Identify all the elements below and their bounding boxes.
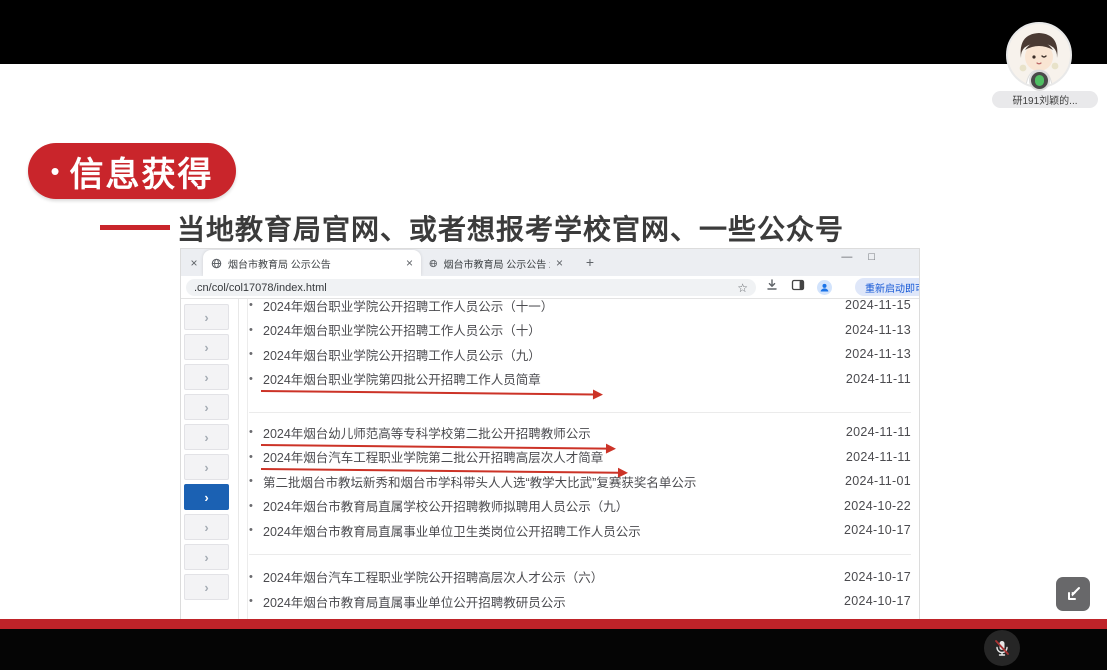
list-bullet: • — [249, 324, 263, 336]
globe-icon — [429, 258, 438, 269]
list-bullet: • — [249, 426, 263, 438]
bookmark-star-icon[interactable]: ☆ — [737, 282, 748, 294]
announcement-row[interactable]: •2024年烟台市教育局直属学校公开招聘教师拟聘用人员公示（九） 2024-10-… — [249, 494, 911, 519]
annotation-button[interactable] — [1056, 577, 1090, 611]
announcement-date: 2024-11-11 — [846, 425, 911, 439]
announcement-row[interactable]: •2024年烟台市教育局直属事业单位公开招聘教研员公示 2024-10-17 — [249, 589, 911, 614]
announcement-date: 2024-10-17 — [844, 523, 911, 537]
announcement-link[interactable]: 第二批烟台市教坛新秀和烟台市学科带头人人选“教学大比武”复赛获奖名单公示 — [263, 472, 696, 491]
list-bullet: • — [249, 571, 263, 583]
sidebar-expand-cell[interactable]: › — [184, 514, 229, 540]
title-bullet: • — [50, 158, 59, 184]
list-bullet: • — [249, 524, 263, 536]
announcement-date: 2024-11-13 — [845, 347, 911, 361]
announcement-link[interactable]: 2024年烟台职业学院公开招聘工作人员公示（十） — [263, 320, 541, 339]
globe-icon — [211, 258, 222, 269]
slide-title-banner: • 信息获得 — [28, 143, 236, 199]
list-bullet: • — [249, 595, 263, 607]
tab-title: 烟台市教育局 公示公告 — [228, 256, 331, 271]
list-bullet: • — [249, 500, 263, 512]
announcement-link[interactable]: 2024年烟台汽车工程职业学院第二批公开招聘高层次人才简章 — [263, 447, 603, 466]
sidebar-expand-cell[interactable]: › — [184, 304, 229, 330]
browser-tab-1[interactable]: 烟台市教育局 公示公告 × — [203, 250, 421, 276]
sidebar-divider — [238, 299, 239, 669]
announcement-date: 2024-10-17 — [844, 594, 911, 608]
announcement-group: •2024年烟台幼儿师范高等专科学校第二批公开招聘教师公示2024-11-11•… — [249, 412, 911, 543]
muted-mic-icon — [992, 638, 1012, 658]
tab-close-icon[interactable]: × — [406, 256, 413, 270]
participant-name: 研191刘颖的... — [992, 91, 1098, 108]
presentation-slide: • 信息获得 当地教育局官网、或者想报考学校官网、一些公众号 × 烟台市教育局 … — [0, 64, 1107, 619]
sidebar-expand-cell[interactable]: › — [184, 484, 229, 510]
url-text: .cn/col/col17078/index.html — [194, 282, 327, 294]
announcement-date: 2024-10-22 — [844, 499, 911, 513]
announcement-row[interactable]: •2024年烟台职业学院第四批公开招聘工作人员简章 2024-11-11 — [249, 367, 911, 392]
sidebar-expand-cell[interactable]: › — [184, 544, 229, 570]
announcement-row[interactable]: •2024年烟台职业学院公开招聘工作人员公示（九） 2024-11-13 — [249, 342, 911, 367]
tab-title: 烟台市教育局 公示公告 2024… — [444, 256, 550, 271]
announcement-row[interactable]: •2024年烟台汽车工程职业学院公开招聘高层次人才公示（六） 2024-10-17 — [249, 565, 911, 590]
mute-button[interactable] — [984, 630, 1020, 666]
announcement-row[interactable]: •2024年烟台汽车工程职业学院第二批公开招聘高层次人才简章 2024-11-11 — [249, 445, 911, 470]
announcement-group: •2024年烟台职业学院公开招聘工作人员公示（十一）2024-11-15•202… — [249, 293, 911, 391]
list-bullet: • — [249, 299, 263, 311]
announcement-row[interactable]: •第二批烟台市教坛新秀和烟台市学科带头人人选“教学大比武”复赛获奖名单公示 202… — [249, 469, 911, 494]
slide-title: 信息获得 — [70, 147, 214, 196]
annotation-arrow — [261, 390, 594, 395]
announcement-link[interactable]: 2024年烟台职业学院公开招聘工作人员公示（十一） — [263, 296, 553, 315]
video-bottom-bar — [0, 629, 1107, 670]
announcement-date: 2024-11-15 — [845, 298, 911, 312]
announcement-date: 2024-11-13 — [845, 323, 911, 337]
announcement-date: 2024-11-11 — [846, 372, 911, 386]
window-controls: — □ — [841, 251, 875, 263]
list-bullet: • — [249, 475, 263, 487]
tab-close-icon[interactable]: × — [556, 256, 563, 270]
subtitle-dash — [100, 225, 170, 230]
announcement-link[interactable]: 2024年烟台市教育局直属事业单位公开招聘教研员公示 — [263, 592, 566, 611]
webpage-content: ›››››››››› •2024年烟台职业学院公开招聘工作人员公示（十一）202… — [181, 299, 919, 669]
announcement-link[interactable]: 2024年烟台职业学院公开招聘工作人员公示（九） — [263, 345, 541, 364]
exit-annotation-icon — [1063, 584, 1083, 604]
sidebar-expand-cell[interactable]: › — [184, 424, 229, 450]
browser-tab-strip: × 烟台市教育局 公示公告 × 烟台市教育局 公示公告 2024… × + — □ — [181, 249, 919, 276]
sidebar-expand-cell[interactable]: › — [184, 364, 229, 390]
announcement-row[interactable]: •2024年烟台职业学院公开招聘工作人员公示（十一） 2024-11-15 — [249, 293, 911, 318]
sidebar-expand-cell[interactable]: › — [184, 334, 229, 360]
announcement-link[interactable]: 2024年烟台职业学院第四批公开招聘工作人员简章 — [263, 369, 541, 388]
list-bullet: • — [249, 348, 263, 360]
new-tab-button[interactable]: + — [581, 254, 599, 272]
announcement-link[interactable]: 2024年烟台汽车工程职业学院公开招聘高层次人才公示（六） — [263, 567, 603, 586]
browser-sidebar: › › › › › › › › › › — [184, 304, 229, 604]
announcement-link[interactable]: 2024年烟台市教育局直属事业单位卫生类岗位公开招聘工作人员公示 — [263, 521, 641, 540]
announcement-row[interactable]: •2024年烟台市教育局直属事业单位卫生类岗位公开招聘工作人员公示 2024-10… — [249, 518, 911, 543]
video-top-bar — [0, 0, 1107, 64]
announcement-date: 2024-11-11 — [846, 450, 911, 464]
slide-bottom-red-bar — [0, 619, 1107, 629]
slide-subtitle: 当地教育局官网、或者想报考学校官网、一些公众号 — [177, 208, 844, 248]
sidebar-expand-cell[interactable]: › — [184, 454, 229, 480]
announcement-row[interactable]: •2024年烟台职业学院公开招聘工作人员公示（十） 2024-11-13 — [249, 318, 911, 343]
announcement-link[interactable]: 2024年烟台幼儿师范高等专科学校第二批公开招聘教师公示 — [263, 423, 591, 442]
announcement-list: •2024年烟台职业学院公开招聘工作人员公示（十一）2024-11-15•202… — [249, 293, 911, 663]
list-left-border — [247, 299, 248, 669]
announcement-date: 2024-11-01 — [845, 474, 911, 488]
restore-icon[interactable]: □ — [868, 251, 875, 263]
announcement-date: 2024-10-17 — [844, 570, 911, 584]
browser-screenshot: × 烟台市教育局 公示公告 × 烟台市教育局 公示公告 2024… × + — □ .… — [180, 248, 920, 669]
minimize-icon[interactable]: — — [841, 251, 852, 263]
sidebar-expand-cell[interactable]: › — [184, 574, 229, 600]
browser-tab-2[interactable]: 烟台市教育局 公示公告 2024… × — [421, 250, 571, 276]
participant-mic-indicator — [1029, 70, 1050, 91]
list-bullet: • — [249, 451, 263, 463]
list-bullet: • — [249, 373, 263, 385]
cropped-tab-close-icon[interactable]: × — [185, 254, 203, 272]
announcement-row[interactable]: •2024年烟台幼儿师范高等专科学校第二批公开招聘教师公示 2024-11-11 — [249, 420, 911, 445]
announcement-link[interactable]: 2024年烟台市教育局直属学校公开招聘教师拟聘用人员公示（九） — [263, 496, 628, 515]
sidebar-expand-cell[interactable]: › — [184, 394, 229, 420]
browser-tabs: 烟台市教育局 公示公告 × 烟台市教育局 公示公告 2024… × — [203, 249, 571, 276]
